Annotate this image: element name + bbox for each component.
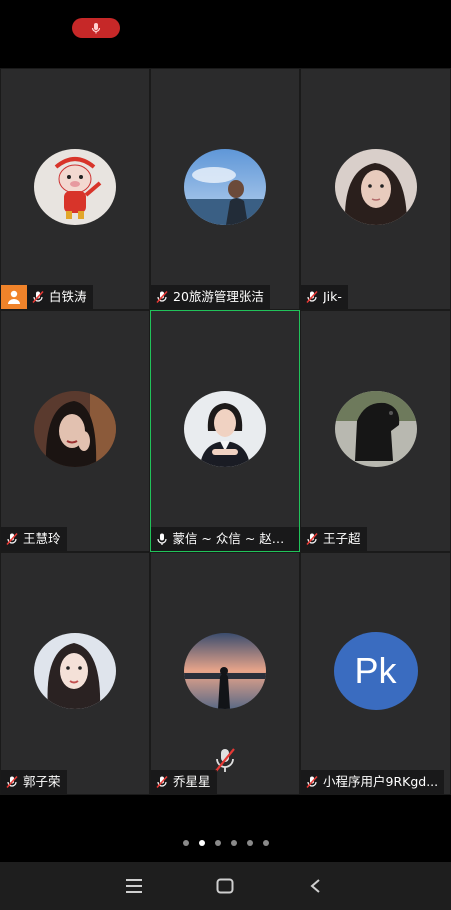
page-indicator[interactable] — [0, 840, 451, 850]
participant-video-grid: 白铁涛 20旅游管理张洁 Jik- 王慧玲 蒙信 ~ 众信 ~ 赵晓... 王子… — [0, 68, 451, 795]
chevron-left-icon — [310, 879, 320, 893]
mic-muted-icon — [301, 770, 323, 794]
participant-name-bar: 蒙信 ~ 众信 ~ 赵晓... — [151, 527, 299, 551]
page-dot[interactable] — [214, 840, 221, 846]
participant-tile[interactable]: Pk 小程序用户9RKgd... — [300, 552, 451, 795]
participant-avatar — [184, 391, 266, 467]
back-button[interactable] — [301, 871, 331, 901]
host-badge-icon — [1, 285, 27, 309]
participant-tile[interactable]: 王慧玲 — [0, 310, 150, 552]
participant-tile[interactable]: 乔星星 — [150, 552, 300, 795]
mic-muted-icon — [301, 285, 323, 309]
page-dot[interactable] — [182, 840, 189, 846]
participant-name-bar: 王慧玲 — [1, 527, 67, 551]
participant-name: 白铁涛 — [49, 289, 87, 304]
mic-muted-icon — [301, 527, 323, 551]
participant-tile[interactable]: Jik- — [300, 68, 451, 310]
page-dot[interactable] — [230, 840, 237, 846]
participant-name: 乔星星 — [173, 774, 211, 789]
participant-tile[interactable]: 郭子荣 — [0, 552, 150, 795]
participant-avatar — [34, 149, 116, 225]
mic-muted-icon — [151, 285, 173, 309]
participant-name-bar: 郭子荣 — [1, 770, 67, 794]
square-home-icon — [216, 878, 234, 894]
mic-on-icon — [151, 527, 172, 551]
participant-avatar — [334, 391, 417, 467]
participant-avatar — [184, 633, 266, 709]
participant-tile[interactable]: 白铁涛 — [0, 68, 150, 310]
participant-name-bar: 乔星星 — [151, 770, 217, 794]
mic-muted-icon — [27, 285, 49, 309]
participant-name: 郭子荣 — [23, 774, 61, 789]
page-dot-active[interactable] — [198, 840, 205, 846]
menu-icon — [126, 879, 143, 893]
participant-name-bar: 20旅游管理张洁 — [151, 285, 270, 309]
mic-muted-icon — [1, 527, 23, 551]
participant-name: 20旅游管理张洁 — [173, 289, 264, 304]
page-dot[interactable] — [262, 840, 269, 846]
participant-name: 王慧玲 — [23, 531, 61, 546]
participant-name: 王子超 — [323, 531, 361, 546]
mic-muted-icon — [1, 770, 23, 794]
self-mic-muted-indicator[interactable] — [72, 18, 120, 38]
participant-name: Jik- — [323, 289, 342, 304]
participant-initials-avatar: Pk — [333, 632, 418, 710]
participant-avatar — [334, 149, 417, 225]
recent-apps-button[interactable] — [120, 871, 150, 901]
participant-name-bar: Jik- — [301, 285, 348, 309]
participant-tile[interactable]: 王子超 — [300, 310, 451, 552]
participant-avatar — [34, 633, 116, 709]
participant-name: 小程序用户9RKgd... — [323, 774, 439, 789]
participant-name-bar: 王子超 — [301, 527, 367, 551]
participant-avatar — [184, 149, 266, 225]
mic-muted-icon — [151, 770, 173, 794]
participant-avatar — [34, 391, 116, 467]
system-navigation-bar — [0, 862, 451, 910]
page-dot[interactable] — [246, 840, 253, 846]
participant-tile[interactable]: 20旅游管理张洁 — [150, 68, 300, 310]
participant-tile-active-speaker[interactable]: 蒙信 ~ 众信 ~ 赵晓... — [150, 310, 300, 552]
participant-name: 蒙信 ~ 众信 ~ 赵晓... — [172, 531, 293, 546]
mic-muted-icon — [91, 23, 101, 34]
home-button[interactable] — [210, 871, 240, 901]
participant-name-bar: 白铁涛 — [1, 285, 93, 309]
participant-name-bar: 小程序用户9RKgd... — [301, 770, 445, 794]
